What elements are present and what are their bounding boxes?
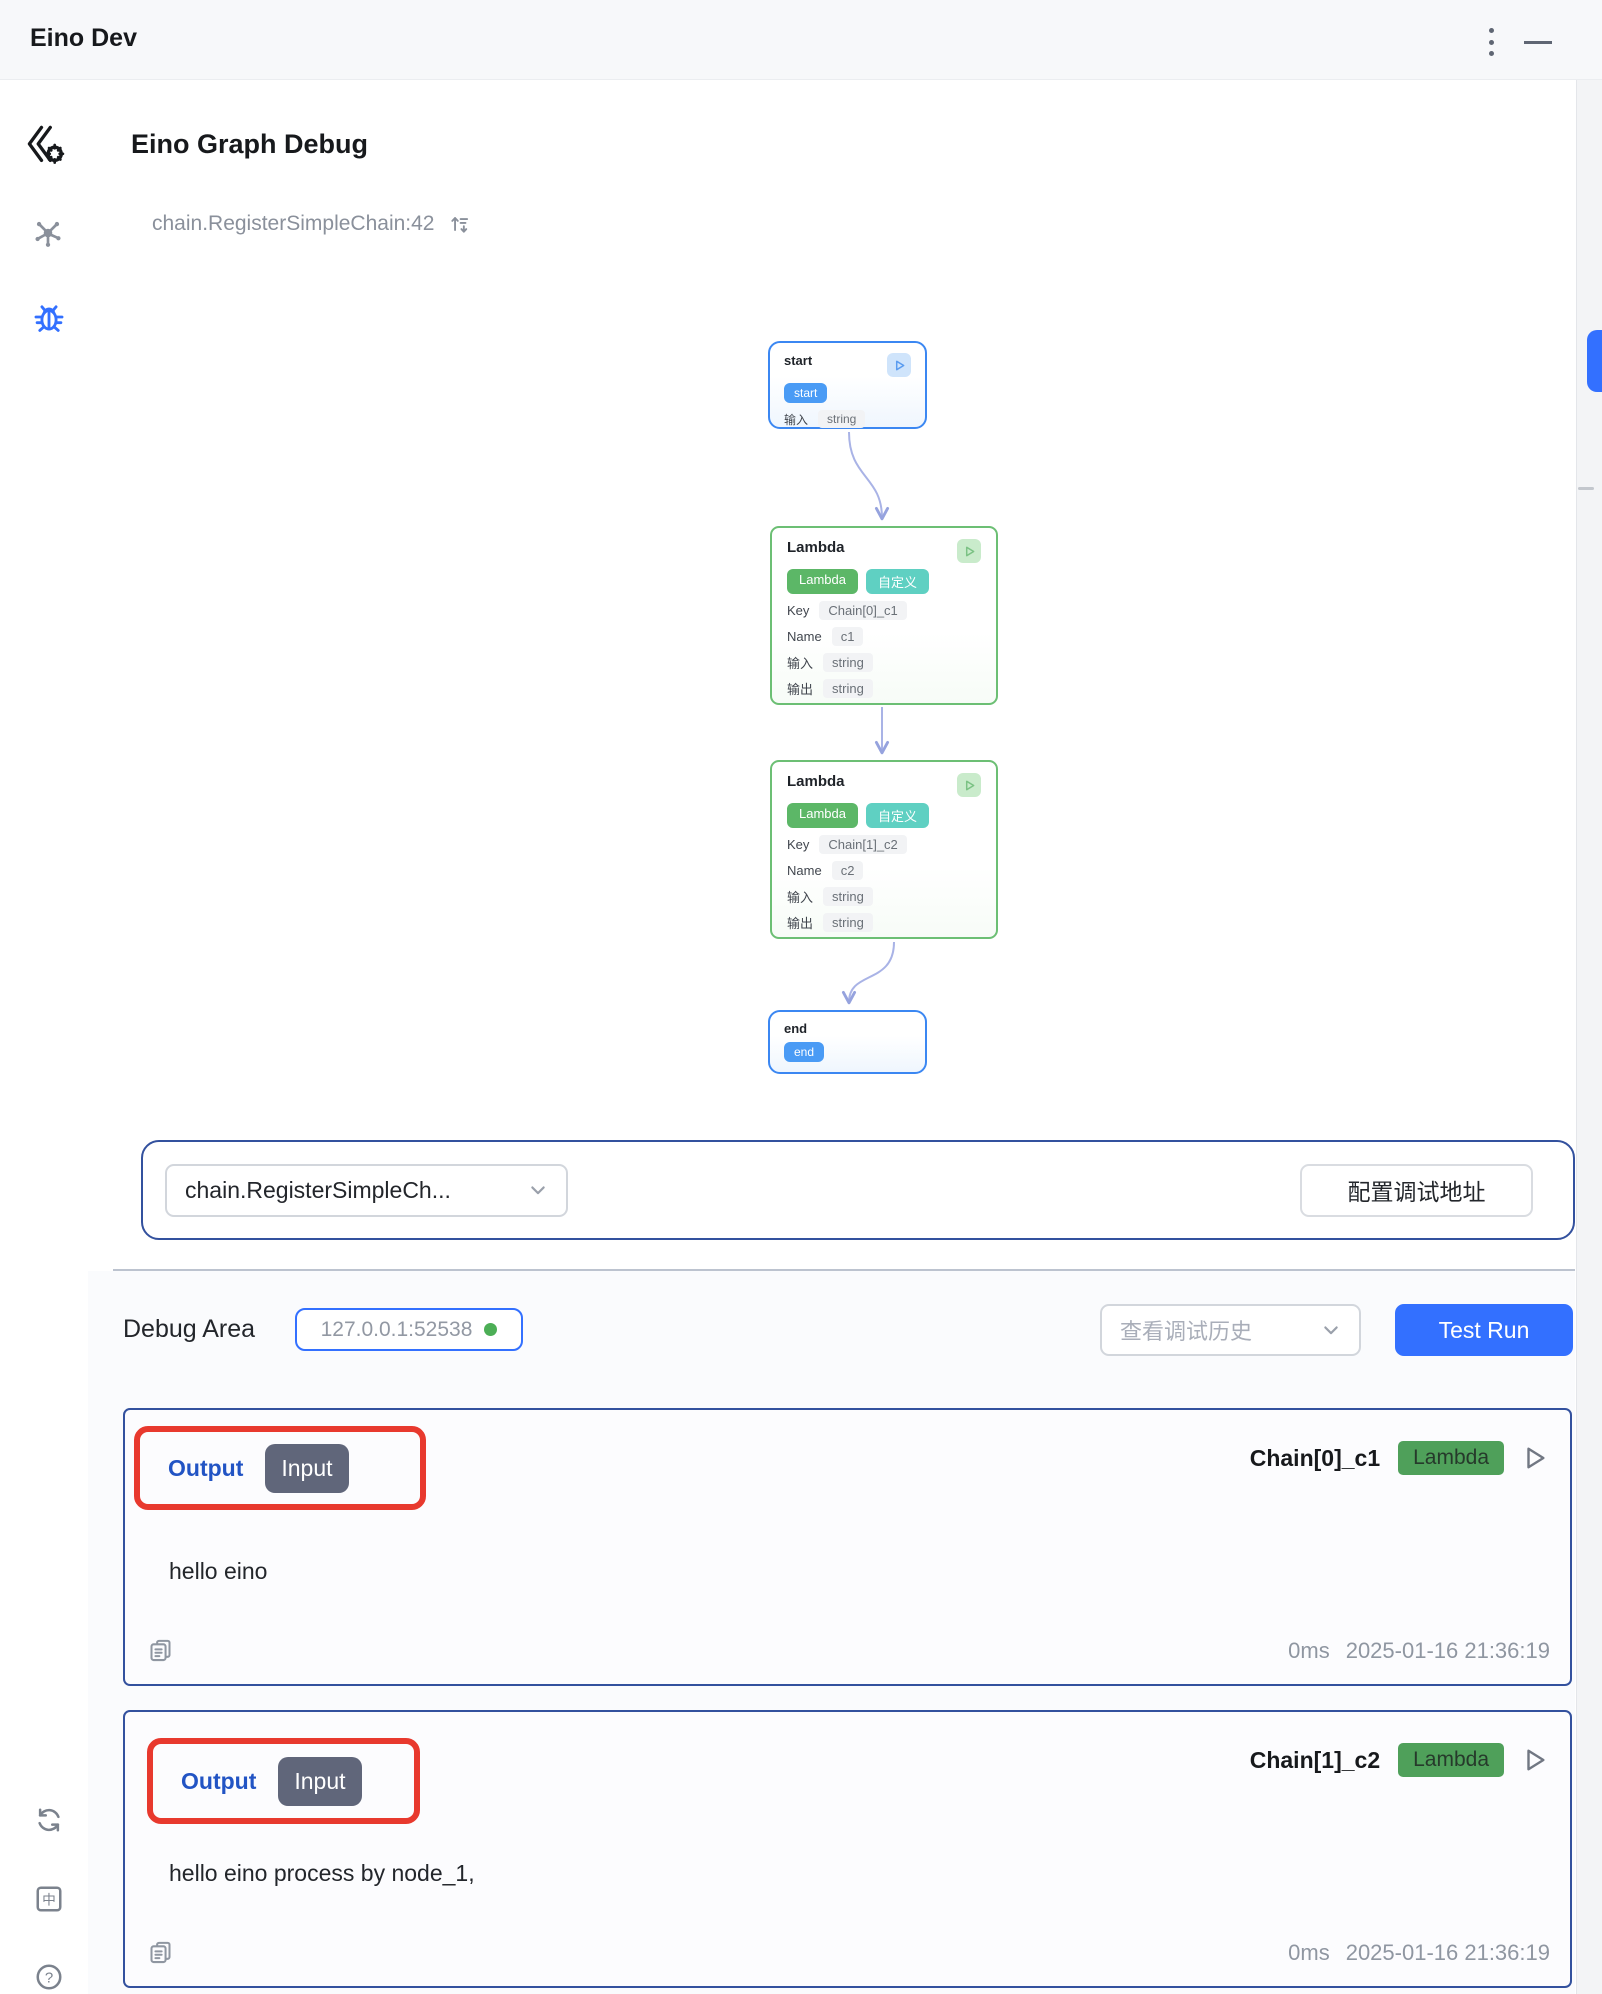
result-card-c2: Output Input Chain[1]_c2 Lambda hello ei…: [123, 1710, 1572, 1988]
node-row-value: string: [818, 410, 865, 428]
graph-select-value: chain.RegisterSimpleCh...: [185, 1177, 451, 1204]
annotation-highlight-box: Output Input: [147, 1738, 420, 1824]
card-run-icon[interactable]: [1522, 1747, 1548, 1773]
node-row-value: Chain[0]_c1: [819, 601, 906, 620]
card-node-key: Chain[1]_c2: [1250, 1747, 1380, 1774]
node-type-badge: Lambda: [787, 569, 858, 594]
configure-debug-address-button[interactable]: 配置调试地址: [1300, 1164, 1533, 1217]
node-row-label: 输出: [787, 679, 813, 698]
node-row-label: 输入: [787, 887, 813, 906]
card-node-type-badge: Lambda: [1398, 1743, 1504, 1777]
graph-node-start[interactable]: start start 输入 string: [768, 341, 927, 429]
minimize-icon[interactable]: [1524, 41, 1552, 44]
debug-address-badge: 127.0.0.1:52538: [295, 1308, 523, 1351]
node-row-label: 输入: [784, 411, 808, 428]
graph-select-dropdown[interactable]: chain.RegisterSimpleCh...: [165, 1164, 568, 1217]
debug-address: 127.0.0.1:52538: [321, 1318, 473, 1342]
graph-node-lambda-c2[interactable]: Lambda Lambda 自定义 Key Chain[1]_c2 Name c…: [770, 760, 998, 939]
node-row-value: string: [823, 913, 873, 932]
node-type-badge: end: [784, 1042, 824, 1062]
node-title: start: [784, 353, 812, 368]
debug-history-dropdown[interactable]: 查看调试历史: [1100, 1304, 1361, 1356]
card-timestamp: 2025-01-16 21:36:19: [1346, 1638, 1550, 1664]
result-card-c1: Output Input Chain[0]_c1 Lambda hello ei…: [123, 1408, 1572, 1686]
node-type-badge: start: [784, 383, 827, 403]
node-row-label: Name: [787, 863, 822, 878]
node-row-value: string: [823, 679, 873, 698]
graph-selector-bar: chain.RegisterSimpleCh... 配置调试地址: [141, 1140, 1575, 1240]
node-run-icon[interactable]: [957, 539, 981, 563]
debug-nav-icon[interactable]: [32, 300, 66, 334]
connection-status-dot: [484, 1323, 497, 1336]
svg-text:?: ?: [45, 1970, 53, 1987]
chevron-down-icon: [1321, 1320, 1341, 1340]
card-node-key: Chain[0]_c1: [1250, 1445, 1380, 1472]
sort-icon[interactable]: [449, 213, 471, 235]
node-row-label: Name: [787, 629, 822, 644]
debug-history-placeholder: 查看调试历史: [1120, 1314, 1252, 1346]
panel-expand-handle[interactable]: [1587, 330, 1602, 392]
node-row-label: 输入: [787, 653, 813, 672]
tab-input[interactable]: Input: [278, 1757, 361, 1806]
card-duration: 0ms: [1288, 1638, 1330, 1664]
node-row-value: string: [823, 887, 873, 906]
card-duration: 0ms: [1288, 1940, 1330, 1966]
tab-output[interactable]: Output: [168, 1455, 243, 1482]
node-row-label: Key: [787, 603, 809, 618]
refresh-icon[interactable]: [34, 1805, 64, 1835]
card-node-type-badge: Lambda: [1398, 1441, 1504, 1475]
node-run-icon[interactable]: [887, 353, 911, 377]
chevron-down-icon: [528, 1180, 548, 1200]
card-timestamp: 2025-01-16 21:36:19: [1346, 1940, 1550, 1966]
graph-node-lambda-c1[interactable]: Lambda Lambda 自定义 Key Chain[0]_c1 Name c…: [770, 526, 998, 705]
page-title: Eino Graph Debug: [131, 129, 368, 160]
graph-node-end[interactable]: end end: [768, 1010, 927, 1074]
app-title: Eino Dev: [30, 24, 137, 53]
trace-breadcrumb: chain.RegisterSimpleChain:42: [152, 212, 435, 236]
node-row-value: string: [823, 653, 873, 672]
debug-area-title: Debug Area: [123, 1315, 255, 1344]
node-title: Lambda: [787, 539, 845, 556]
language-icon[interactable]: 中: [34, 1884, 64, 1914]
node-type-badge: Lambda: [787, 803, 858, 828]
node-row-value: c2: [832, 861, 864, 880]
node-row-label: Key: [787, 837, 809, 852]
svg-text:中: 中: [42, 1893, 56, 1908]
panel-resize-handle[interactable]: [1578, 487, 1594, 490]
node-run-icon[interactable]: [957, 773, 981, 797]
copy-icon[interactable]: [147, 1939, 174, 1966]
window-titlebar: Eino Dev: [0, 0, 1602, 80]
tab-input[interactable]: Input: [265, 1444, 348, 1493]
card-output-content: hello eino: [169, 1558, 267, 1585]
app-window: Eino Dev: [0, 0, 1602, 1994]
kebab-menu-icon[interactable]: [1486, 28, 1496, 56]
node-row-value: Chain[1]_c2: [819, 835, 906, 854]
node-title: end: [784, 1021, 807, 1036]
card-run-icon[interactable]: [1522, 1445, 1548, 1471]
node-custom-badge: 自定义: [866, 803, 929, 828]
eino-logo-icon: [24, 120, 70, 170]
node-custom-badge: 自定义: [866, 569, 929, 594]
graph-nav-icon[interactable]: [32, 216, 64, 250]
node-title: Lambda: [787, 773, 845, 790]
node-row-value: c1: [832, 627, 864, 646]
help-icon[interactable]: ?: [34, 1962, 64, 1992]
node-row-label: 输出: [787, 913, 813, 932]
copy-icon[interactable]: [147, 1637, 174, 1664]
annotation-highlight-box: Output Input: [134, 1426, 426, 1510]
tab-output[interactable]: Output: [181, 1768, 256, 1795]
test-run-button[interactable]: Test Run: [1395, 1304, 1573, 1356]
card-output-content: hello eino process by node_1,: [169, 1860, 475, 1887]
